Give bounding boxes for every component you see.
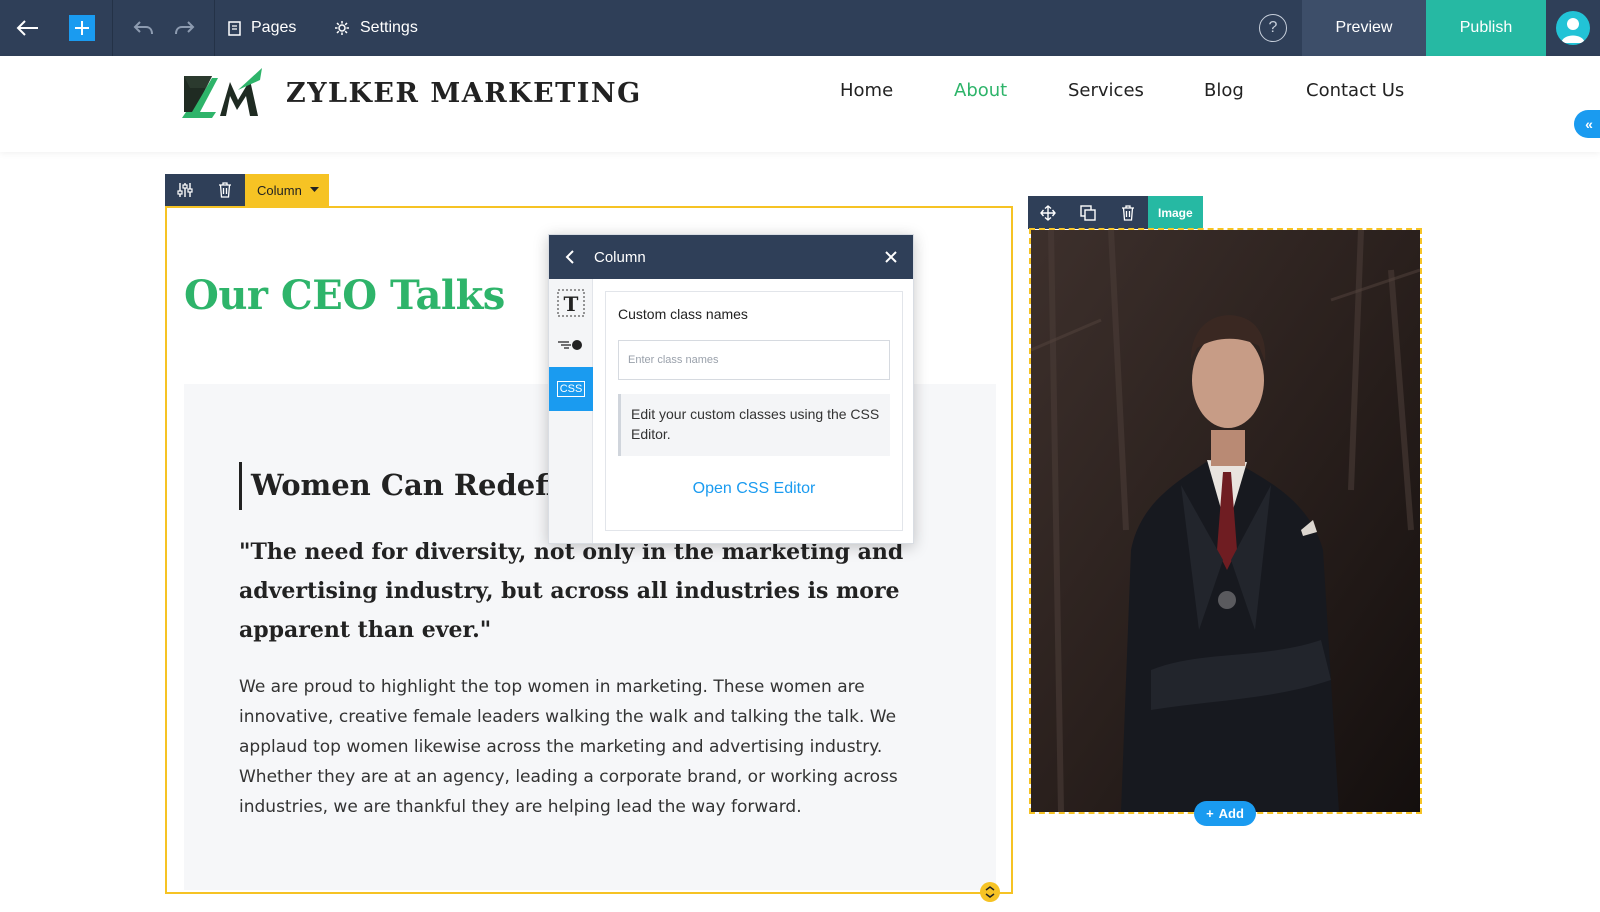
popup-title: Column: [594, 249, 646, 266]
image-toolbar: Image: [1028, 196, 1203, 229]
move-icon: [1040, 204, 1056, 221]
column-type-dropdown[interactable]: Column: [245, 174, 329, 206]
body-paragraph[interactable]: We are proud to highlight the top women …: [239, 672, 939, 822]
publish-button[interactable]: Publish: [1426, 0, 1546, 56]
nav-services[interactable]: Services: [1068, 80, 1144, 101]
redo-icon: [175, 21, 195, 35]
popup-back-button[interactable]: [557, 235, 581, 279]
custom-class-panel: Custom class names Edit your custom clas…: [605, 291, 903, 531]
popup-header: Column: [549, 235, 913, 279]
plus-icon: [75, 21, 89, 35]
undo-icon: [133, 21, 153, 35]
caret-down-icon: [309, 187, 319, 192]
account-button[interactable]: [1546, 0, 1600, 56]
column-settings-button[interactable]: [165, 174, 205, 206]
image-move-button[interactable]: [1028, 196, 1068, 229]
css-tab-label: CSS: [556, 381, 586, 397]
tab-animation[interactable]: [549, 323, 593, 367]
resize-arrows-icon: [985, 886, 995, 898]
image-selection-frame: [1029, 228, 1422, 814]
toolbar-divider: [112, 0, 113, 56]
tab-text-style[interactable]: T: [549, 281, 593, 325]
brand-name: ZYLKER MARKETING: [286, 78, 642, 109]
add-block-button[interactable]: + Add: [1194, 801, 1256, 826]
close-icon: [885, 251, 897, 263]
nav-home[interactable]: Home: [840, 80, 893, 101]
image-duplicate-button[interactable]: [1068, 196, 1108, 229]
help-button[interactable]: ?: [1256, 0, 1290, 56]
undo-button[interactable]: [124, 0, 164, 56]
page-icon: [228, 20, 241, 36]
tab-css[interactable]: CSS: [549, 367, 593, 411]
column-settings-popup: Column T CSS Custom class names Edit you…: [548, 234, 914, 544]
back-arrow-icon: [16, 20, 38, 36]
animation-icon: [558, 340, 582, 350]
toolbar-divider: [214, 0, 215, 56]
column-toolbar: Column: [165, 174, 329, 206]
help-icon: ?: [1259, 14, 1287, 42]
add-element-button[interactable]: [56, 0, 108, 56]
pages-menu[interactable]: Pages: [228, 0, 296, 56]
nav-blog[interactable]: Blog: [1204, 80, 1244, 101]
site-header: ZYLKER MARKETING Home About Services Blo…: [0, 56, 1600, 152]
sliders-icon: [177, 183, 193, 197]
image-type-label: Image: [1148, 196, 1203, 229]
add-label: Add: [1218, 806, 1244, 821]
gear-icon: [335, 21, 349, 35]
settings-menu[interactable]: Settings: [334, 0, 418, 56]
css-editor-note: Edit your custom classes using the CSS E…: [618, 394, 890, 456]
trash-icon: [1122, 204, 1134, 221]
custom-class-label: Custom class names: [618, 306, 748, 322]
nav-contact-us[interactable]: Contact Us: [1306, 80, 1404, 101]
column-type-label: Column: [257, 182, 302, 198]
duplicate-icon: [1080, 204, 1096, 221]
user-avatar-icon: [1556, 11, 1590, 45]
resize-handle[interactable]: [980, 882, 1000, 902]
pages-label: Pages: [251, 19, 297, 36]
text-format-icon: T: [557, 289, 585, 317]
ceo-quote[interactable]: "The need for diversity, not only in the…: [239, 533, 951, 650]
double-chevron-left-icon: «: [1585, 116, 1593, 132]
plus-icon: +: [1206, 806, 1214, 821]
back-button[interactable]: [0, 0, 56, 56]
nav-about[interactable]: About: [954, 80, 1007, 101]
settings-label: Settings: [360, 19, 418, 36]
column-delete-button[interactable]: [205, 174, 245, 206]
redo-button[interactable]: [164, 0, 204, 56]
popup-close-button[interactable]: [879, 235, 903, 279]
text-cursor: [239, 462, 242, 510]
editor-toolbar: Pages Settings ? Preview Publish: [0, 0, 1600, 56]
preview-button[interactable]: Preview: [1302, 0, 1426, 56]
class-names-input[interactable]: [618, 340, 890, 380]
open-css-editor-link[interactable]: Open CSS Editor: [606, 480, 902, 498]
subtitle-heading[interactable]: Women Can Redefine: [251, 468, 596, 502]
trash-icon: [219, 182, 231, 198]
image-delete-button[interactable]: [1108, 196, 1148, 229]
section-title[interactable]: Our CEO Talks: [184, 272, 505, 319]
chevron-left-icon: [565, 250, 574, 264]
svg-text:T: T: [564, 292, 579, 316]
zylker-logo: [182, 68, 262, 118]
expand-panel-button[interactable]: «: [1574, 110, 1600, 138]
popup-tabs: T CSS: [549, 279, 593, 543]
